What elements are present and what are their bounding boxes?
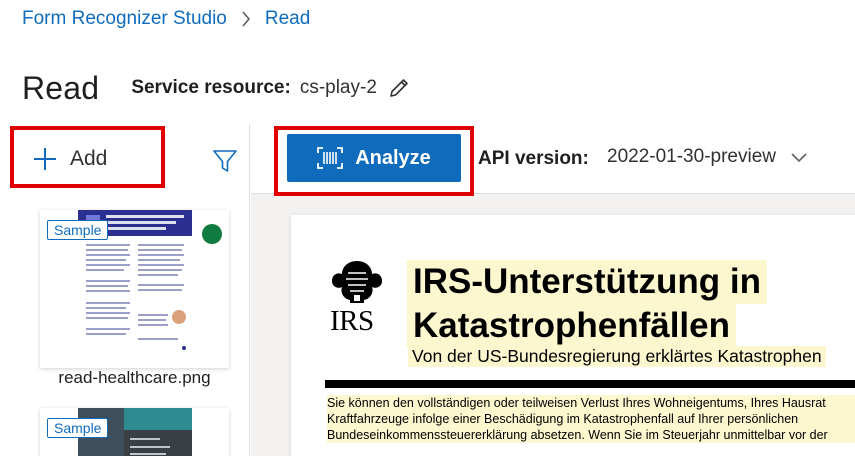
api-version-label: API version:: [478, 148, 589, 169]
document-page: IRS IRS-Unterstützung in Katastrophenfäl…: [291, 215, 855, 456]
document-title-line-2: Katastrophenfällen: [407, 304, 736, 348]
document-paragraph-line: Kraftfahrzeuge infolge einer Beschädigun…: [327, 411, 855, 427]
scan-icon: [317, 147, 344, 169]
document-viewer-pane: Analyze API version: 2022-01-30-preview …: [251, 124, 855, 456]
document-paragraph-line: Sie können den vollständigen oder teilwe…: [327, 395, 855, 411]
sample-badge: Sample: [47, 418, 109, 438]
toolbar: Analyze API version: 2022-01-30-preview: [251, 124, 855, 196]
breadcrumb-current-link[interactable]: Read: [265, 8, 310, 30]
analyze-button-label: Analyze: [355, 146, 431, 169]
service-resource-value: cs-play-2: [299, 77, 377, 98]
sample-badge: Sample: [47, 220, 109, 240]
chevron-right-icon: [241, 11, 251, 27]
filter-icon[interactable]: [212, 148, 238, 174]
document-title-line-1: IRS-Unterstützung in: [407, 260, 768, 304]
file-name: read-healthcare.png: [58, 368, 211, 387]
document-divider: [325, 380, 855, 388]
document-subtitle: Von der US-Bundesregierung erklärtes Kat…: [408, 346, 826, 367]
title-row: Read Service resource: cs-play-2: [22, 66, 411, 110]
document-paragraph: Sie können den vollständigen oder teilwe…: [327, 395, 855, 443]
status-indicator: [202, 224, 222, 244]
api-version-value: 2022-01-30-preview: [607, 146, 776, 167]
api-version-dropdown[interactable]: 2022-01-30-preview: [607, 146, 808, 168]
file-thumbnail-card[interactable]: Sample read-healthcare.png: [40, 210, 229, 387]
add-button[interactable]: Add: [32, 146, 107, 172]
add-button-label: Add: [70, 147, 108, 170]
file-thumbnail-card[interactable]: Sample: [40, 408, 229, 456]
chevron-down-icon: [790, 151, 808, 163]
service-resource-label: Service resource:: [131, 77, 291, 98]
pencil-icon[interactable]: [387, 76, 411, 100]
plus-icon: [32, 146, 58, 172]
analyze-button[interactable]: Analyze: [287, 134, 461, 182]
breadcrumb: Form Recognizer Studio Read: [22, 8, 310, 30]
file-list-pane: Add Sample read-healthcare.png Sample: [0, 124, 250, 456]
irs-logo-text: IRS: [330, 305, 374, 337]
breadcrumb-root-link[interactable]: Form Recognizer Studio: [22, 8, 227, 30]
document-paragraph-line: Bundeseinkommenssteuererklärung absetzen…: [327, 427, 855, 443]
page-title: Read: [22, 69, 100, 106]
document-title: IRS-Unterstützung in Katastrophenfällen: [407, 260, 768, 348]
